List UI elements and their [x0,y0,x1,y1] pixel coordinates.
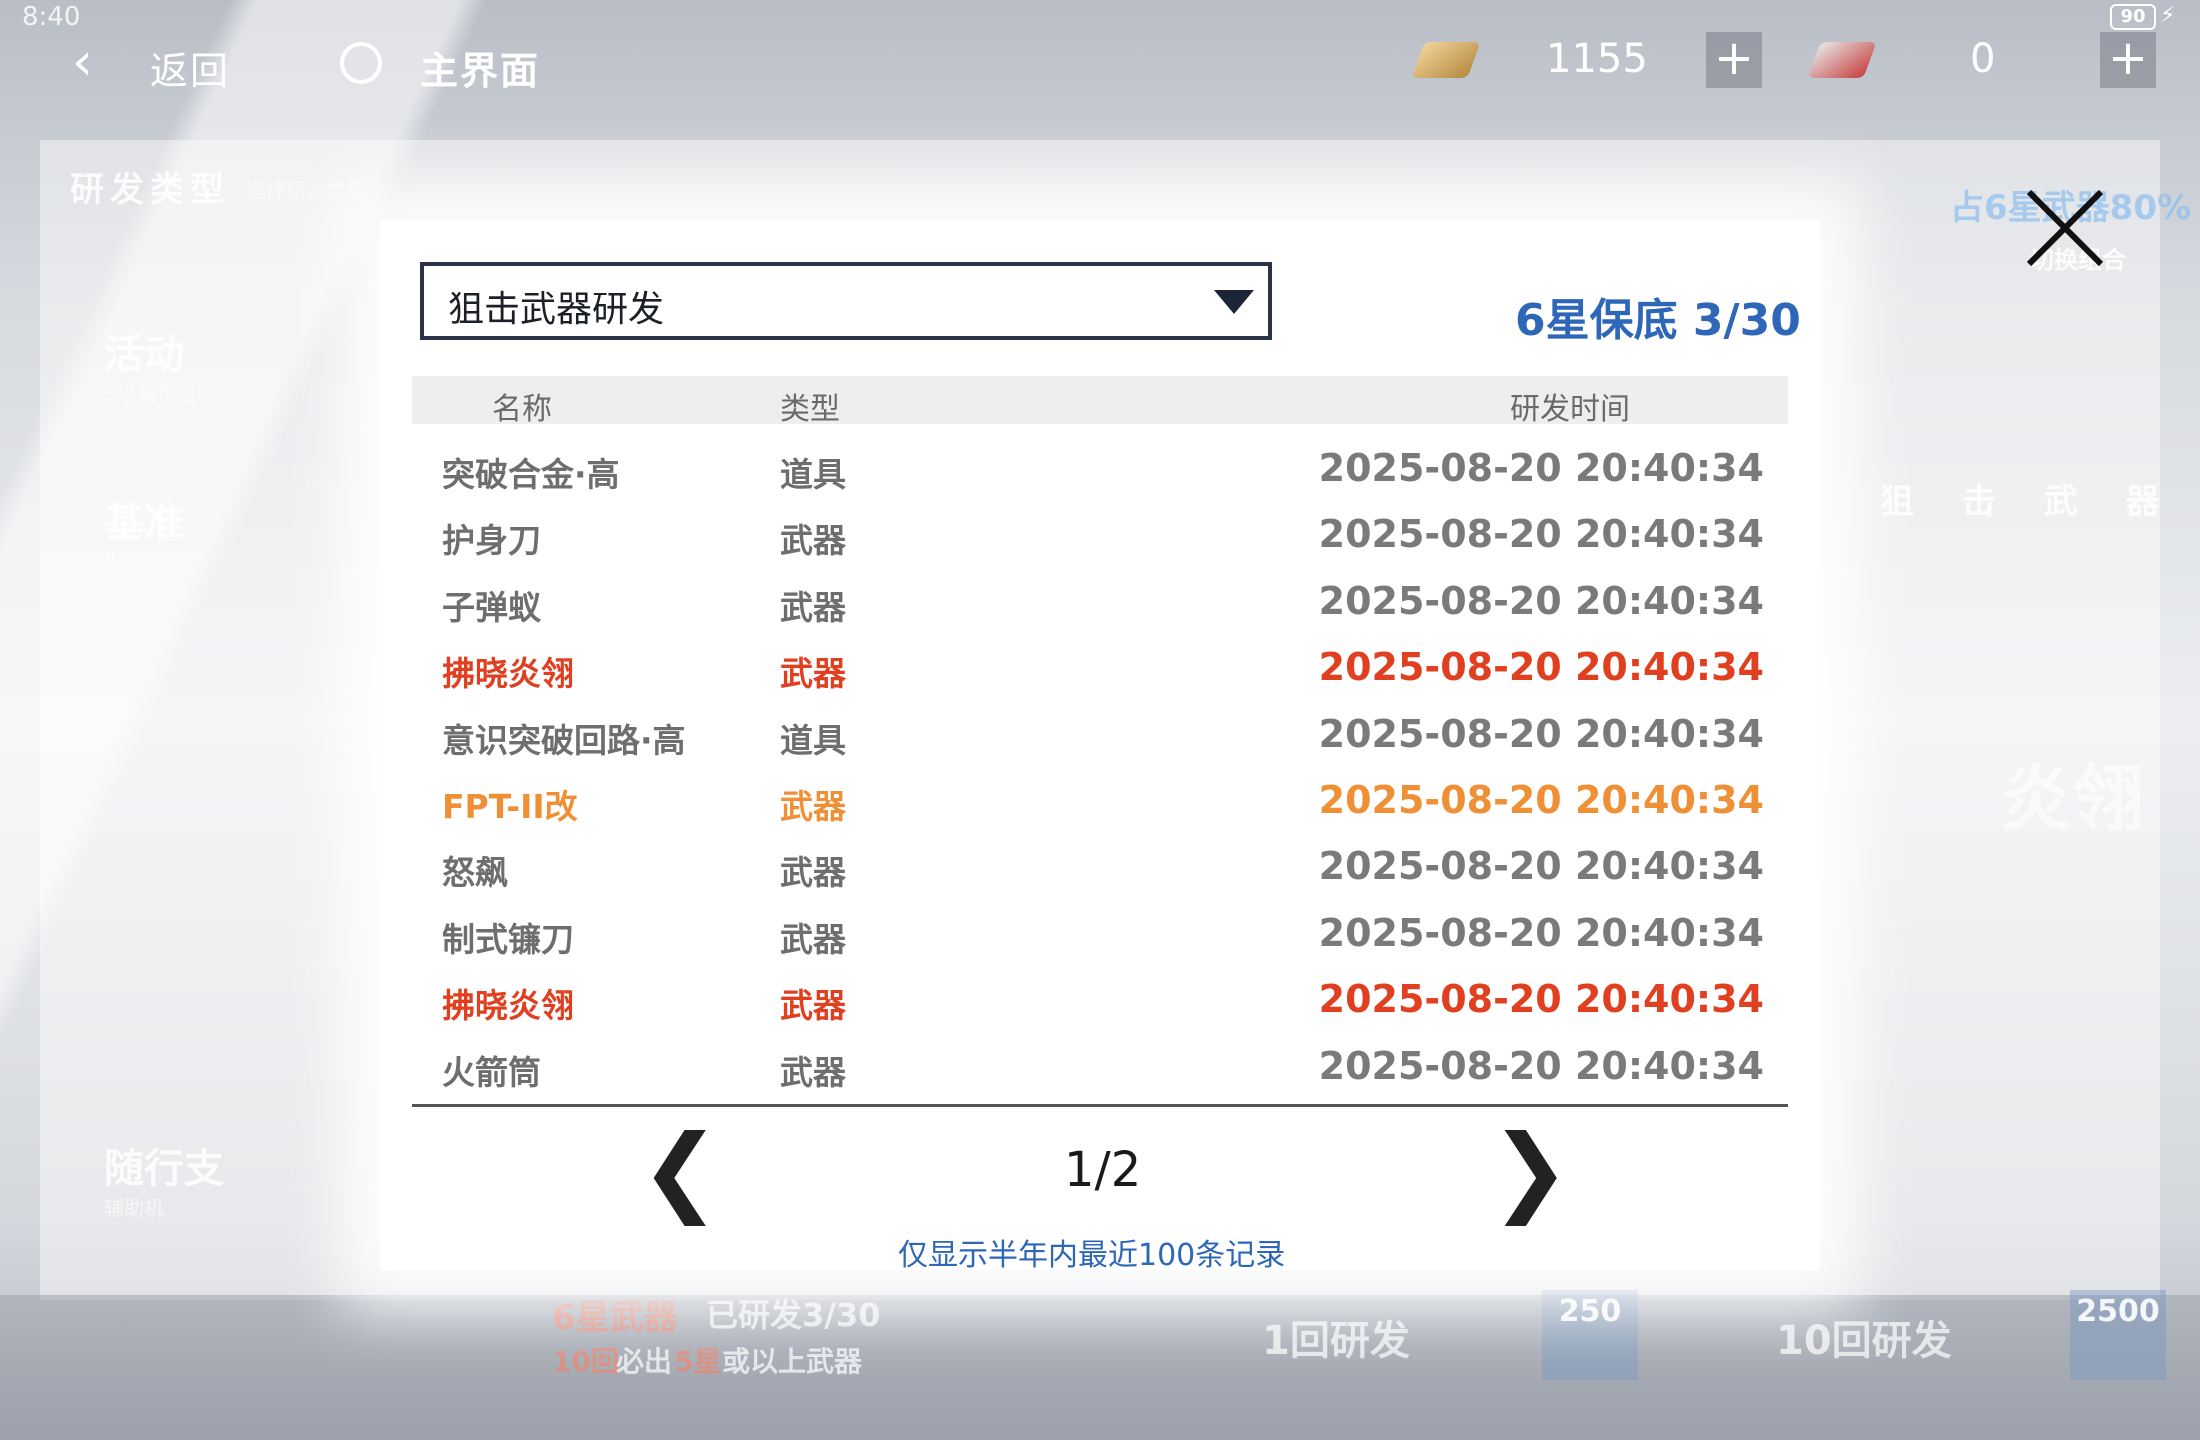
row-type: 武器 [780,587,846,627]
row-name: 火箭筒 [442,1052,541,1092]
row-name: 护身刀 [442,521,541,561]
row-time: 2025-08-20 20:40:34 [1318,1043,1764,1088]
section-title: 研发类型 [70,170,230,210]
table-row: 子弹蚁 武器 2025-08-20 20:40:34 [412,569,1788,635]
table-row: 拂晓炎翎 武器 2025-08-20 20:40:34 [412,967,1788,1033]
side-item-activity-sub: S级角色组装 [104,382,217,406]
row-time: 2025-08-20 20:40:34 [1318,578,1764,623]
table-row: 护身刀 武器 2025-08-20 20:40:34 [412,502,1788,568]
back-button[interactable]: 返回 [150,40,230,95]
table-divider [412,1104,1788,1107]
bottom-pity-count: 已研发3/30 [706,1296,881,1334]
home-icon[interactable] [340,42,382,84]
add-red-ticket-button[interactable]: + [2100,32,2156,88]
row-type: 道具 [780,455,846,494]
row-time: 2025-08-20 20:40:34 [1318,645,1764,690]
bottom-pity-label: 6星武器 [552,1298,678,1338]
row-time: 2025-08-20 20:40:34 [1318,844,1764,889]
row-type: 武器 [780,787,846,826]
table-row: 突破合金·高 道具 2025-08-20 20:40:34 [412,436,1788,502]
next-page-button[interactable]: ❯ [1490,1122,1570,1218]
pity-counter: 6星保底 3/30 [1515,295,1801,346]
bottom-guarantee-c: 5星 [674,1345,722,1378]
column-time: 研发时间 [1510,392,1630,427]
single-pull-cost: 250 [1542,1290,1638,1380]
row-type: 道具 [780,720,846,760]
row-time: 2025-08-20 20:40:34 [1318,910,1764,955]
record-limit-note: 仅显示半年内最近100条记录 [898,1238,1286,1273]
row-name: 怒飙 [442,853,508,893]
row-type: 武器 [780,654,846,694]
row-time: 2025-08-20 20:40:34 [1318,977,1764,1022]
battery-icon: 90 [2110,4,2156,30]
table-row: 制式镰刀 武器 2025-08-20 20:40:34 [412,901,1788,967]
ten-pull-button[interactable]: 10回研发 [1776,1308,1952,1366]
row-type: 武器 [780,853,846,893]
side-item-standard[interactable]: 基准 [104,490,184,548]
table-row: 拂晓炎翎 武器 2025-08-20 20:40:34 [412,635,1788,701]
section-hint: 选择研发类型 [246,178,366,202]
column-type: 类型 [780,392,840,427]
row-time: 2025-08-20 20:40:34 [1318,711,1764,756]
pool-select-value: 狙击武器研发 [448,289,665,330]
table-row: 意识突破回路·高 道具 2025-08-20 20:40:34 [412,702,1788,768]
table-header: 名称 类型 研发时间 [412,376,1788,427]
row-type: 武器 [780,986,846,1026]
row-name: FPT-II改 [442,787,578,826]
row-name: 突破合金·高 [442,455,620,494]
table-row: 火箭筒 武器 2025-08-20 20:40:34 [412,1034,1788,1100]
red-ticket-amount: 0 [1970,36,1996,82]
row-name: 拂晓炎翎 [442,986,574,1026]
row-name: 意识突破回路·高 [442,720,686,760]
bottom-guarantee-b: 必出 [616,1345,673,1378]
row-name: 拂晓炎翎 [442,654,574,694]
row-type: 武器 [780,919,846,959]
column-name: 名称 [492,392,552,427]
single-pull-button[interactable]: 1回研发 [1262,1308,1410,1366]
table-row: FPT-II改 武器 2025-08-20 20:40:34 [412,768,1788,834]
pool-select[interactable]: 狙击武器研发 [420,262,1272,340]
back-chevron-icon[interactable]: ‹ [72,36,93,88]
row-time: 2025-08-20 20:40:34 [1318,512,1764,557]
close-icon[interactable] [2025,188,2105,268]
row-time: 2025-08-20 20:40:34 [1318,446,1764,490]
ten-pull-cost: 2500 [2070,1290,2166,1380]
page-indicator: 1/2 [1064,1142,1142,1198]
add-gold-crystal-button[interactable]: + [1706,32,1762,88]
row-type: 武器 [780,521,846,561]
prev-page-button[interactable]: ❮ [640,1122,720,1218]
row-time: 2025-08-20 20:40:34 [1318,778,1764,822]
bottom-guarantee-a: 10回 [552,1345,619,1378]
side-item-standard-sub: All [104,546,129,570]
side-item-activity[interactable]: 活动 [104,322,184,380]
side-item-support[interactable]: 随行支 [104,1136,224,1194]
row-name: 制式镰刀 [442,919,574,959]
right-weapon-type: 狙 击 武 器 [1880,482,2178,522]
row-type: 武器 [780,1052,846,1092]
table-row: 怒飙 武器 2025-08-20 20:40:34 [412,834,1788,900]
dropdown-arrow-icon [1214,290,1254,314]
bottom-guarantee-d: 或以上武器 [722,1345,863,1378]
right-weapon-name: 炎翎 [2000,757,2145,841]
charging-icon: ⚡ [2160,3,2176,28]
home-button[interactable]: 主界面 [420,40,540,95]
side-item-support-sub: 辅助机 [104,1196,164,1220]
row-name: 子弹蚁 [442,587,541,627]
gold-crystal-amount: 1155 [1546,36,1648,82]
status-time: 8:40 [22,2,81,32]
